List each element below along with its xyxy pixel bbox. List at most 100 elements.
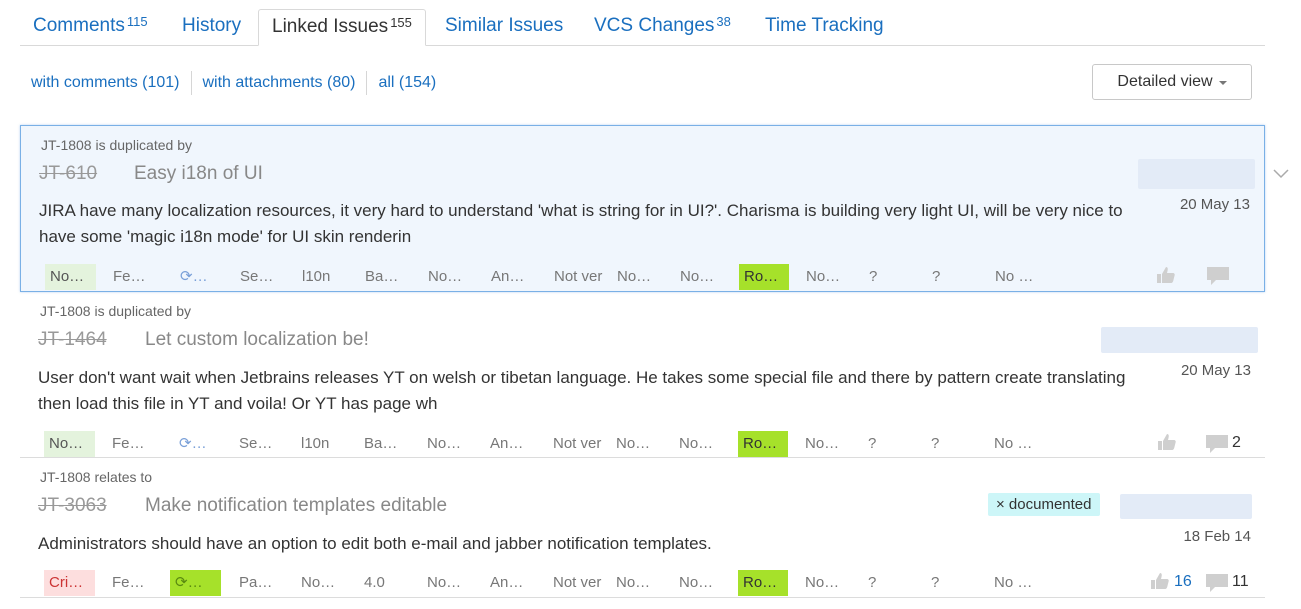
comment-icon[interactable] (1205, 434, 1229, 454)
tab-label: Comments (33, 15, 125, 36)
field-custom-1[interactable]: No… (611, 570, 656, 596)
detailed-view-dropdown[interactable]: Detailed view (1092, 64, 1252, 100)
relation-label: JT-1808 is duplicated by (40, 303, 191, 319)
issue-date: 20 May 13 (1180, 362, 1251, 379)
tab-time-tracking[interactable]: Time Tracking (752, 9, 897, 46)
field-custom-6[interactable]: No … (989, 570, 1039, 596)
field-custom-3[interactable]: No… (800, 431, 845, 457)
field-team[interactable]: Ro… (738, 431, 788, 457)
field-priority[interactable]: No… (45, 264, 96, 290)
field-type[interactable]: Fe… (107, 431, 147, 457)
issue-fields: No… Fe… ⟳… Se… l10n Ba… No… An… Not ver … (44, 431, 1044, 457)
issue-id-link[interactable]: JT-3063 (38, 495, 107, 517)
issue-date: 18 Feb 14 (1183, 528, 1251, 545)
field-custom-2[interactable]: No… (675, 264, 720, 290)
issue-summary-link[interactable]: Easy i18n of UI (134, 163, 263, 185)
issue-summary-link[interactable]: Let custom localization be! (145, 329, 369, 351)
issue-id-link[interactable]: JT-610 (39, 163, 97, 185)
field-fix-version[interactable]: No… (422, 570, 467, 596)
thumbs-up-icon[interactable] (1156, 266, 1176, 284)
field-affects[interactable]: l10n (297, 264, 342, 290)
field-build[interactable]: Ba… (360, 264, 405, 290)
field-custom-6[interactable]: No … (990, 264, 1040, 290)
issue-id-link[interactable]: JT-1464 (38, 329, 107, 351)
view-button-label: Detailed view (1117, 73, 1213, 90)
field-fix-version[interactable]: No… (422, 431, 467, 457)
comment-icon[interactable] (1205, 573, 1229, 593)
linked-issue-card[interactable]: JT-1808 relates to JT-3063 Make notifica… (20, 459, 1265, 598)
field-custom-1[interactable]: No… (612, 264, 657, 290)
field-custom-2[interactable]: No… (674, 431, 719, 457)
tab-vcs-changes[interactable]: VCS Changes 38 (581, 9, 744, 46)
field-verified[interactable]: Not ver (548, 570, 603, 596)
field-build[interactable]: 4.0 (359, 570, 404, 596)
field-custom-2[interactable]: No… (674, 570, 719, 596)
field-custom-6[interactable]: No … (989, 431, 1039, 457)
field-subsystem[interactable]: Pa… (234, 570, 279, 596)
field-custom-3[interactable]: No… (800, 570, 845, 596)
tab-count: 38 (716, 14, 731, 29)
relation-label: JT-1808 relates to (40, 469, 153, 485)
field-team[interactable]: Ro… (738, 570, 788, 596)
thumbs-up-icon[interactable] (1150, 572, 1170, 590)
avatar (1120, 494, 1252, 519)
tab-history[interactable]: History (169, 9, 254, 46)
field-affects[interactable]: No… (296, 570, 341, 596)
issue-description: JIRA have many localization resources, i… (39, 201, 1123, 246)
field-state[interactable]: ⟳… (170, 570, 221, 596)
filter-all[interactable]: all (154) (367, 70, 447, 96)
issue-fields: Cri… Fe… ⟳… Pa… No… 4.0 No… An… Not ver … (44, 570, 1044, 596)
field-type[interactable]: Fe… (108, 264, 148, 290)
comment-count: 11 (1232, 573, 1249, 590)
tab-label: Linked Issues (272, 16, 389, 37)
field-affects[interactable]: l10n (296, 431, 341, 457)
field-custom-5[interactable]: ? (927, 264, 957, 290)
field-custom-4[interactable]: ? (863, 431, 893, 457)
relation-label: JT-1808 is duplicated by (41, 137, 192, 153)
field-custom-1[interactable]: No… (611, 431, 656, 457)
field-subsystem[interactable]: Se… (234, 431, 279, 457)
field-priority[interactable]: No… (44, 431, 95, 457)
field-subsystem[interactable]: Se… (235, 264, 280, 290)
field-custom-3[interactable]: No… (801, 264, 846, 290)
vote-count[interactable]: 16 (1174, 573, 1192, 591)
linked-issue-card[interactable]: JT-1808 is duplicated by JT-610 Easy i18… (20, 125, 1265, 292)
caret-down-icon (1218, 81, 1227, 85)
comment-icon[interactable] (1206, 266, 1230, 286)
issue-date: 20 May 13 (1179, 196, 1250, 213)
field-custom-4[interactable]: ? (863, 570, 893, 596)
linked-issue-card[interactable]: JT-1808 is duplicated by JT-1464 Let cus… (20, 293, 1265, 458)
field-custom-5[interactable]: ? (926, 431, 956, 457)
issue-summary-link[interactable]: Make notification templates editable (145, 495, 447, 517)
filter-with-attachments[interactable]: with attachments (80) (192, 70, 367, 96)
link-filters: with comments (101) with attachments (80… (20, 68, 447, 98)
field-assignee[interactable]: An… (485, 570, 530, 596)
field-state[interactable]: ⟳… (174, 431, 224, 457)
issue-fields: No… Fe… ⟳… Se… l10n Ba… No… An… Not ver … (45, 264, 1045, 290)
field-type[interactable]: Fe… (107, 570, 147, 596)
tab-comments[interactable]: Comments 115 (20, 9, 161, 46)
tab-linked-issues[interactable]: Linked Issues 155 (258, 9, 426, 46)
field-state[interactable]: ⟳… (175, 264, 225, 290)
field-verified[interactable]: Not ver (549, 264, 604, 290)
tab-count: 155 (390, 15, 412, 30)
issue-tabs: Comments 115 History Linked Issues 155 Sim… (20, 0, 1265, 46)
thumbs-up-icon[interactable] (1157, 433, 1177, 451)
documented-tag[interactable]: × documented (988, 493, 1100, 516)
field-custom-5[interactable]: ? (926, 570, 956, 596)
avatar (1138, 159, 1255, 189)
issue-description: User don't want wait when Jetbrains rele… (38, 368, 1126, 413)
field-team[interactable]: Ro… (739, 264, 789, 290)
field-priority[interactable]: Cri… (44, 570, 95, 596)
tab-label: Time Tracking (765, 15, 884, 36)
tab-label: Similar Issues (445, 15, 564, 36)
field-custom-4[interactable]: ? (864, 264, 894, 290)
field-assignee[interactable]: An… (485, 431, 530, 457)
field-assignee[interactable]: An… (486, 264, 531, 290)
tab-similar-issues[interactable]: Similar Issues (432, 9, 576, 46)
field-fix-version[interactable]: No… (423, 264, 468, 290)
field-verified[interactable]: Not ver (548, 431, 603, 457)
filter-with-comments[interactable]: with comments (101) (20, 70, 191, 96)
field-build[interactable]: Ba… (359, 431, 404, 457)
chevron-down-icon[interactable] (1272, 166, 1290, 180)
